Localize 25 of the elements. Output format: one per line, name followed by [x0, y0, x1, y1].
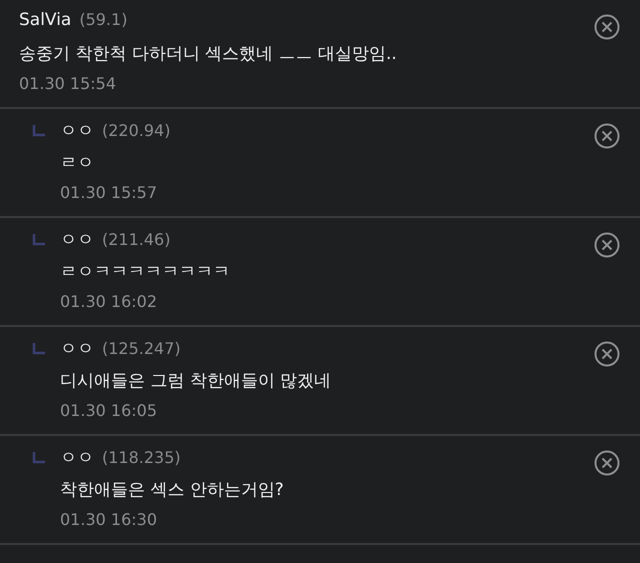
- comment-text: 디시애들은 그럼 착한애들이 많겠네: [60, 370, 332, 393]
- comment-time: 01.30 15:54: [19, 73, 117, 95]
- comment-time: 01.30 16:02: [60, 291, 158, 313]
- author-name: ㅇㅇ: [60, 338, 94, 360]
- comment-text: 착한애들은 섹스 안하는거임?: [60, 479, 285, 502]
- author-score: (59.1): [79, 10, 128, 29]
- close-icon[interactable]: [594, 450, 620, 476]
- close-icon[interactable]: [594, 341, 620, 367]
- author-name: ㅇㅇ: [60, 447, 94, 469]
- close-icon[interactable]: [594, 14, 620, 40]
- comment-text: ㄹㅇㅋㅋㅋㅋㅋㅋㅋㅋ: [60, 261, 231, 284]
- author-name: SalVia: [19, 10, 72, 30]
- comment-time: 01.30 16:05: [60, 400, 158, 422]
- close-icon[interactable]: [594, 232, 620, 258]
- close-icon[interactable]: [594, 123, 620, 149]
- author-score: (220.94): [102, 121, 170, 140]
- comment-text: ㄹㅇ: [60, 152, 95, 175]
- author-score: (125.247): [102, 339, 181, 358]
- comment-time: 01.30 15:57: [60, 182, 158, 204]
- comment-time: 01.30 16:30: [60, 509, 158, 531]
- author-score: (118.235): [102, 448, 181, 467]
- comment-text: 송중기 착한척 다하더니 섹스했네 ㅡㅡ 대실망임..: [19, 43, 398, 66]
- author-score: (211.46): [102, 230, 170, 249]
- author-name: ㅇㅇ: [60, 229, 94, 251]
- author-name: ㅇㅇ: [60, 120, 94, 142]
